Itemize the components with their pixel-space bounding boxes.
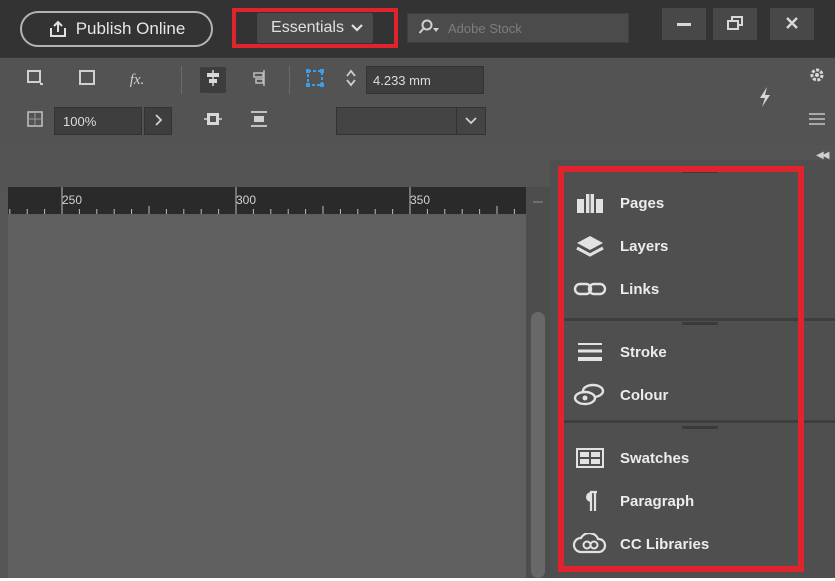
app-bar: Publish Online Essentials: [0, 0, 835, 57]
panel-settings-button[interactable]: [804, 64, 830, 90]
opacity-icon: [26, 110, 44, 133]
gear-icon: [808, 66, 826, 89]
panel-label: Colour: [620, 386, 669, 404]
panel-colour[interactable]: Colour: [570, 377, 790, 413]
panel-label: CC Libraries: [620, 535, 710, 553]
stroke-style-dropdown[interactable]: [336, 107, 486, 135]
panel-label: Pages: [620, 194, 665, 212]
stepper-arrows-icon: [345, 68, 357, 93]
stock-search-field[interactable]: [407, 13, 629, 43]
square-frame-icon: [77, 69, 97, 92]
ruler-label: 300: [236, 193, 257, 207]
links-icon: [570, 279, 610, 299]
stroke-weight-value: 4.233 mm: [373, 72, 431, 88]
ruler-label: 350: [410, 193, 431, 207]
panel-pages[interactable]: Pages: [570, 185, 790, 221]
share-icon: [48, 20, 68, 38]
stroke-icon: [570, 340, 610, 364]
lightning-icon: [758, 86, 772, 113]
quick-apply-button[interactable]: [752, 86, 778, 112]
chevron-down-icon: [456, 108, 485, 134]
panel-label: Swatches: [620, 449, 690, 467]
opacity-value: 100%: [63, 113, 97, 129]
minimize-button[interactable]: [662, 8, 706, 40]
chevron-right-icon: [154, 113, 163, 129]
publish-online-label: Publish Online: [75, 19, 186, 38]
panel-group-divider: [564, 420, 835, 423]
workspace-label: Essentials: [271, 19, 344, 36]
ruler-ticks: [9, 187, 515, 214]
paragraph-icon: [570, 489, 610, 513]
opacity-button[interactable]: [22, 108, 48, 134]
distribute-icon: [249, 110, 269, 133]
panel-paragraph[interactable]: Paragraph: [570, 483, 790, 519]
panel-group-grip[interactable]: [682, 426, 718, 429]
panel-swatches[interactable]: Swatches: [570, 440, 790, 476]
horizontal-ruler[interactable]: 250 300 350: [8, 187, 526, 214]
stroke-frame-icon: [305, 68, 325, 93]
panel-label: Paragraph: [620, 492, 695, 510]
panel-group-divider: [564, 318, 835, 321]
frame-corner-icon: [26, 69, 44, 92]
layers-icon: [570, 234, 610, 258]
scrollbar-thumb[interactable]: [531, 312, 545, 578]
panel-label: Layers: [620, 237, 669, 255]
hamburger-icon: [808, 112, 826, 131]
restore-button[interactable]: [713, 8, 757, 40]
align-right-button[interactable]: [246, 67, 272, 93]
panel-links[interactable]: Links: [570, 271, 790, 307]
scroll-up-marker: [533, 201, 543, 203]
swatches-icon: [570, 447, 610, 469]
search-icon: [418, 19, 440, 38]
indesign-window: Publish Online Essentials Adobe Stock fx…: [0, 0, 835, 578]
control-panel: fx. 4.233 mm 100%: [0, 57, 835, 146]
pages-icon: [570, 191, 610, 215]
panel-label: Links: [620, 280, 660, 298]
align-middle-button[interactable]: [200, 108, 226, 134]
stroke-type-button[interactable]: [302, 67, 328, 93]
distribute-button[interactable]: [246, 108, 272, 134]
workspace-switcher[interactable]: Essentials: [232, 8, 398, 48]
search-input[interactable]: [446, 19, 610, 37]
panel-group-grip[interactable]: [682, 322, 718, 325]
effects-button[interactable]: fx.: [124, 67, 150, 93]
stroke-weight-stepper[interactable]: [338, 67, 364, 93]
colour-icon: [570, 382, 610, 408]
drop-shadow-button[interactable]: [74, 67, 100, 93]
pasteboard-canvas[interactable]: [8, 214, 526, 578]
stroke-weight-field[interactable]: 4.233 mm: [366, 66, 484, 94]
ruler-label: 250: [62, 193, 83, 207]
restore-icon: [727, 13, 743, 36]
panel-menu-button[interactable]: [804, 108, 830, 134]
align-center-icon: [205, 69, 221, 92]
align-middle-icon: [203, 110, 223, 133]
chevron-down-icon: [351, 19, 363, 37]
frame-fitting-button[interactable]: [22, 67, 48, 93]
panel-label: Stroke: [620, 343, 667, 361]
align-edge-icon: [251, 69, 267, 92]
panel-layers[interactable]: Layers: [570, 228, 790, 264]
fx-icon: fx.: [129, 71, 145, 88]
vertical-scrollbar[interactable]: [526, 187, 550, 578]
close-button[interactable]: [770, 8, 814, 40]
cc-libraries-icon: [570, 533, 610, 555]
close-icon: [785, 13, 799, 36]
left-edge: [0, 187, 8, 578]
opacity-dropdown-button[interactable]: [144, 107, 172, 135]
minimize-icon: [677, 22, 691, 26]
panel-group-grip[interactable]: [682, 170, 718, 173]
panel-cc-libraries[interactable]: CC Libraries: [570, 526, 790, 562]
opacity-field[interactable]: 100%: [54, 107, 142, 135]
divider: [181, 66, 182, 94]
panel-stroke[interactable]: Stroke: [570, 334, 790, 370]
align-center-button[interactable]: [200, 67, 226, 93]
divider: [289, 66, 290, 94]
publish-online-button[interactable]: Publish Online: [20, 11, 213, 47]
